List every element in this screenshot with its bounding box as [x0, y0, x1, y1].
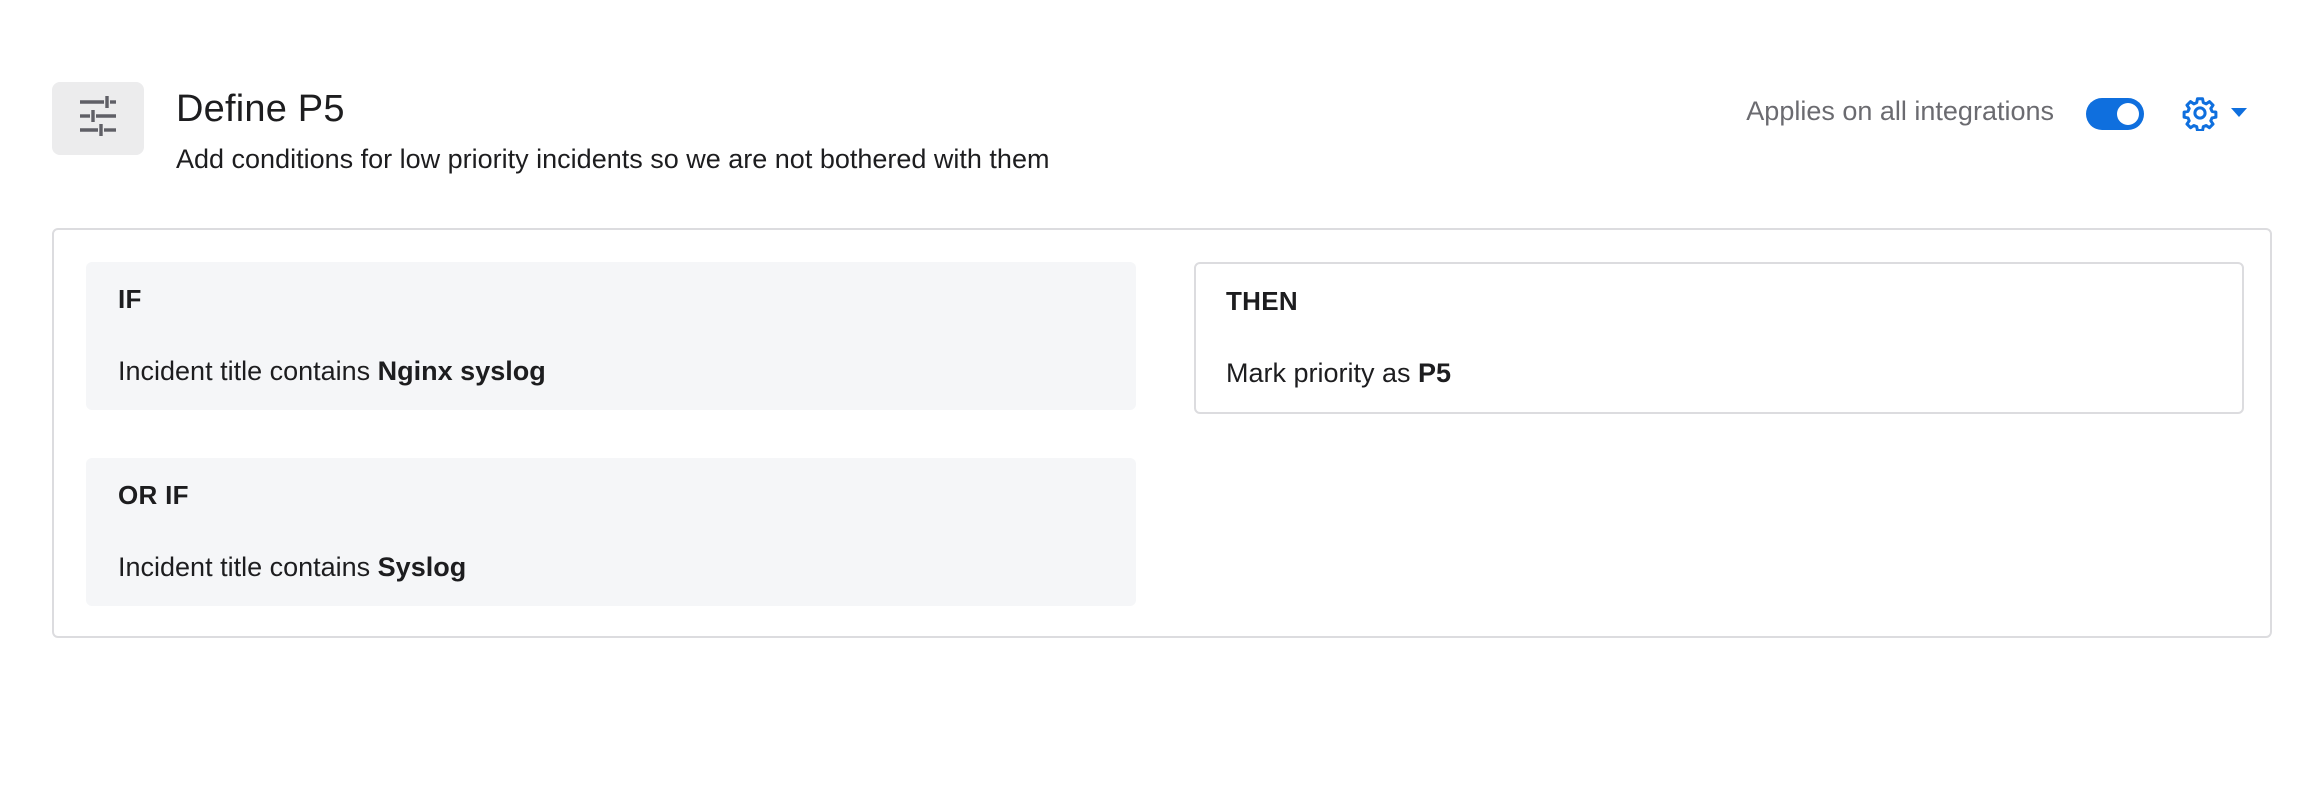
- rule-title: Define P5: [176, 88, 345, 130]
- condition-prefix: Incident title contains: [118, 552, 371, 582]
- rule-description: Add conditions for low priority incident…: [176, 144, 1050, 174]
- condition-text: Incident title contains Nginx syslog: [118, 354, 546, 388]
- condition-heading: OR IF: [118, 480, 189, 510]
- rule-card: IF Incident title contains Nginx syslog …: [52, 228, 2272, 638]
- condition-value: Syslog: [377, 552, 467, 582]
- action-prefix: Mark priority as: [1226, 358, 1411, 388]
- condition-heading: IF: [118, 284, 142, 314]
- rule-icon-tile: [52, 82, 144, 155]
- caret-down-icon: [2230, 106, 2248, 124]
- action-heading: THEN: [1226, 286, 1298, 316]
- condition-text: Incident title contains Syslog: [118, 550, 466, 584]
- applies-label: Applies on all integrations: [1746, 96, 2054, 126]
- action-block-then[interactable]: THEN Mark priority as P5: [1194, 262, 2244, 414]
- action-value: P5: [1418, 358, 1452, 388]
- condition-block-or-if[interactable]: OR IF Incident title contains Syslog: [86, 458, 1136, 606]
- toggle-knob: [2117, 103, 2139, 125]
- condition-prefix: Incident title contains: [118, 356, 371, 386]
- action-text: Mark priority as P5: [1226, 356, 1451, 390]
- sliders-icon: [78, 96, 118, 141]
- settings-menu-button[interactable]: [2182, 94, 2258, 136]
- gear-icon: [2182, 95, 2218, 136]
- condition-value: Nginx syslog: [377, 356, 546, 386]
- condition-block-if[interactable]: IF Incident title contains Nginx syslog: [86, 262, 1136, 410]
- rule-enabled-toggle[interactable]: [2086, 98, 2144, 130]
